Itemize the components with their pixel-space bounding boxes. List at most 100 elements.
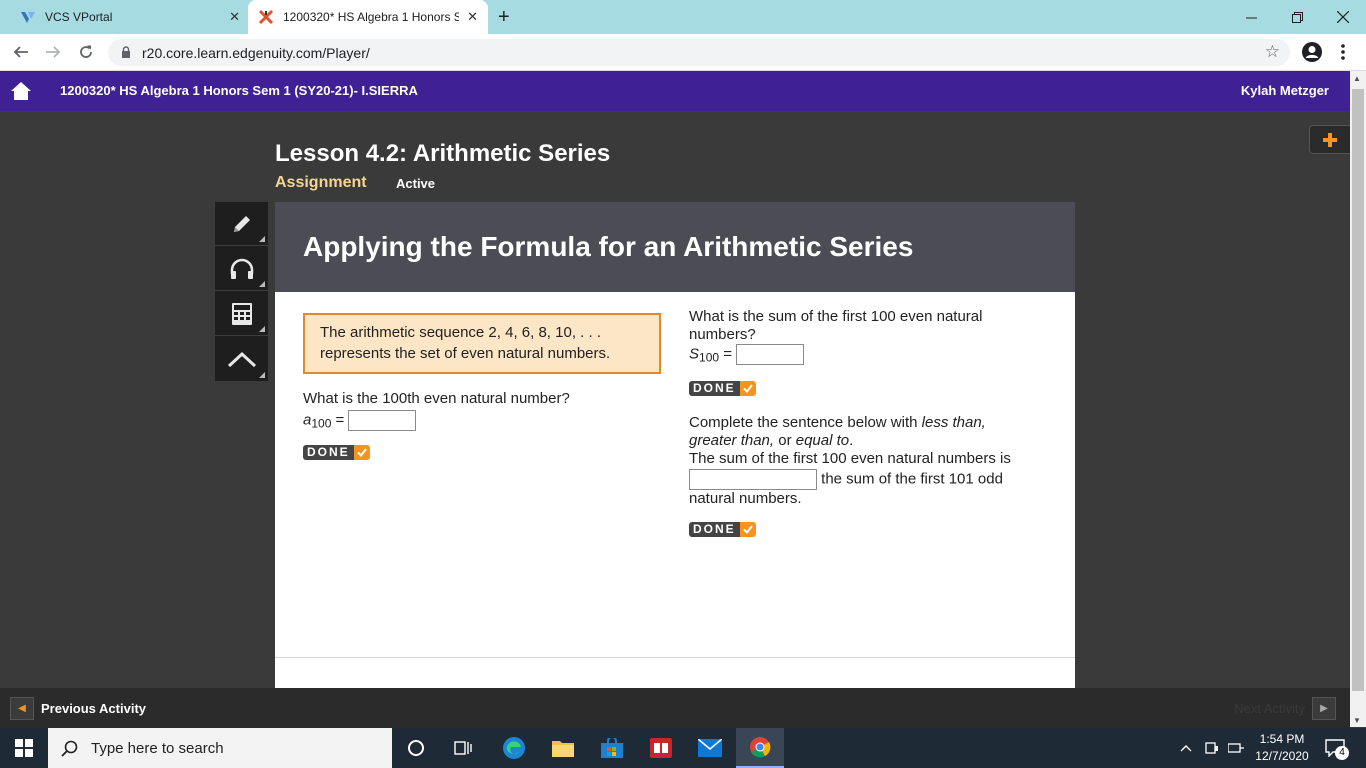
reader-app-icon[interactable] [637,728,685,768]
chrome-icon[interactable] [736,728,784,768]
notification-center-icon[interactable]: 4 [1325,739,1349,762]
course-header: 1200320* HS Algebra 1 Honors Sem 1 (SY20… [0,71,1350,111]
file-explorer-icon[interactable] [539,728,587,768]
question-2-prompt: numbers? [689,326,756,343]
bookmark-star-icon[interactable]: ☆ [1265,42,1280,62]
option-greater-than: greater than, [689,432,775,449]
windows-taskbar: Type here to search 1:54 PM 12/7/2020 4 [0,728,1366,768]
expand-plus-button[interactable] [1309,125,1350,154]
start-button[interactable] [0,728,48,768]
calculator-tool-button[interactable] [215,292,268,336]
done-button[interactable]: DONE [689,381,756,396]
task-view-icon[interactable] [440,728,488,768]
question-1-prompt: What is the 100th even natural number? [303,390,570,407]
checkmark-icon [739,381,756,396]
restore-icon[interactable] [1274,0,1320,34]
lesson-title: Lesson 4.2: Arithmetic Series [275,140,611,167]
scroll-down-icon[interactable]: ▼ [1353,716,1361,725]
answer-a100-input[interactable] [348,410,417,431]
calculator-icon [231,302,252,325]
address-bar[interactable]: r20.core.learn.edgenuity.com/Player/ ☆ [108,39,1290,66]
forward-arrow-icon[interactable] [40,39,66,65]
equals-sign: = [719,345,732,363]
new-tab-button[interactable]: + [498,6,510,29]
tab-close-icon[interactable]: ✕ [229,9,240,25]
instruction-text: . [849,432,854,449]
vportal-favicon-icon [21,12,35,23]
question-2: What is the sum of the first 100 even na… [689,308,982,366]
instruction-text: or [774,432,796,449]
tab-vcs-vportal[interactable]: VCS VPortal ✕ [8,0,248,34]
activity-type: Assignment [275,174,367,191]
browser-tab-strip: VCS VPortal ✕ 1200320* HS Algebra 1 Hono… [0,0,1366,34]
tab-edgenuity[interactable]: 1200320* HS Algebra 1 Honors S ✕ [248,0,488,34]
previous-activity-label: Previous Activity [41,701,147,716]
info-text-line: The arithmetic sequence 2, 4, 6, 8, 10, … [320,324,601,341]
collapse-tool-button[interactable] [215,337,268,381]
answer-s100-input[interactable] [736,344,805,365]
caret-left-icon: ◀ [10,697,34,720]
system-clock[interactable]: 1:54 PM 12/7/2020 [1250,731,1314,765]
done-button[interactable]: DONE [689,522,756,537]
info-box: The arithmetic sequence 2, 4, 6, 8, 10, … [303,313,661,374]
checkmark-icon [353,445,370,460]
info-text-line: represents the set of even natural numbe… [320,345,611,362]
store-icon[interactable] [588,728,636,768]
cortana-icon[interactable] [392,728,440,768]
question-1: What is the 100th even natural number? a… [303,390,570,432]
sentence-start: The sum of the first 100 even natural nu… [689,450,1011,467]
taskbar-search[interactable]: Type here to search [48,728,392,768]
activity-title: Applying the Formula for an Arithmetic S… [303,231,914,262]
activity-content: The arithmetic sequence 2, 4, 6, 8, 10, … [275,292,1075,688]
url-text: r20.core.learn.edgenuity.com/Player/ [142,45,370,61]
question-3: Complete the sentence below with less th… [689,414,1049,508]
home-icon[interactable] [10,80,32,102]
tab-close-icon[interactable]: ✕ [467,9,478,25]
browser-toolbar: r20.core.learn.edgenuity.com/Player/ ☆ [0,34,1366,71]
close-window-icon[interactable] [1320,0,1366,34]
lock-icon [122,46,130,58]
profile-avatar-icon[interactable] [1300,40,1324,64]
mail-icon[interactable] [686,728,734,768]
variable-s: S [689,345,700,363]
checkmark-icon [739,522,756,537]
activity-nav-bar: ◀ Previous Activity Next Activity ▶ [0,688,1350,728]
tool-palette [215,202,268,381]
reload-icon[interactable] [73,39,99,65]
option-equal-to: equal to [795,432,850,449]
tab-title: VCS VPortal [45,10,113,24]
device-icon[interactable] [1205,728,1219,768]
sentence-end: natural numbers. [689,490,802,507]
user-name[interactable]: Kylah Metzger [1241,83,1329,98]
comparison-answer-input[interactable] [689,469,817,490]
caret-up-icon [227,351,256,368]
network-icon[interactable] [1228,728,1244,768]
audio-tool-button[interactable] [215,247,268,291]
windows-logo-icon [15,739,33,757]
edge-browser-icon[interactable] [490,728,538,768]
pencil-icon [233,215,250,232]
divider [275,657,1075,658]
minimize-icon[interactable] [1228,0,1274,34]
option-less-than: less than, [921,414,986,431]
done-button[interactable]: DONE [303,445,370,460]
page-scrollbar[interactable]: ▲ ▼ [1350,71,1366,727]
subscript: 100 [699,350,720,365]
question-3-instructions: Complete the sentence below with less th… [689,414,1049,432]
search-icon [61,740,78,757]
next-activity-button[interactable]: Next Activity ▶ [1234,697,1336,720]
pencil-tool-button[interactable] [215,202,268,246]
course-title: 1200320* HS Algebra 1 Honors Sem 1 (SY20… [60,83,418,98]
subscript: 100 [311,416,332,431]
activity-status: Active [396,176,436,191]
previous-activity-button[interactable]: ◀ Previous Activity [10,697,146,720]
scroll-up-icon[interactable]: ▲ [1353,74,1361,83]
question-2-prompt: What is the sum of the first 100 even na… [689,308,983,325]
clock-date: 12/7/2020 [1255,749,1309,763]
more-menu-icon[interactable] [1340,43,1346,61]
instruction-text: Complete the sentence below with [689,414,922,431]
scrollbar-thumb[interactable] [1352,89,1364,691]
back-arrow-icon[interactable] [8,39,34,65]
tray-chevron-icon[interactable] [1180,728,1192,768]
activity-header: Applying the Formula for an Arithmetic S… [275,202,1075,292]
